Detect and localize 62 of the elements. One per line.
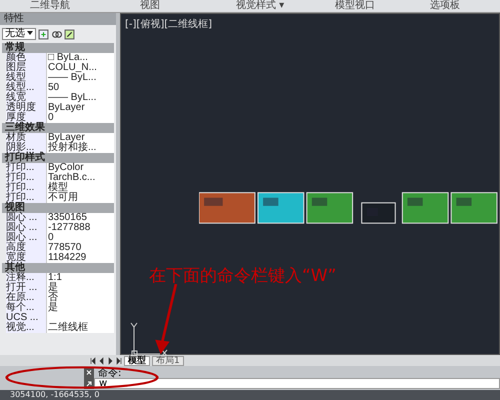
property-label: 每个... bbox=[6, 303, 47, 313]
property-label: 圆心 ... bbox=[6, 223, 47, 233]
property-label: 线型... bbox=[6, 83, 47, 93]
property-value[interactable]: 50 bbox=[47, 83, 114, 93]
property-label: 打印... bbox=[6, 173, 47, 183]
property-label: 宽度 bbox=[6, 253, 47, 263]
coordinates-readout: 3054100, -1664535, 0 bbox=[10, 390, 100, 400]
property-value[interactable]: 是 bbox=[47, 283, 114, 293]
property-value[interactable]: 二维线框 bbox=[47, 323, 114, 333]
property-label: 颜色 bbox=[6, 53, 47, 63]
annotation-text: 在下面的命令栏键入“W” bbox=[149, 265, 336, 287]
selection-dropdown[interactable]: 无选 bbox=[2, 28, 36, 40]
property-label: 阴影... bbox=[6, 143, 47, 153]
property-value[interactable]: -1277888 bbox=[47, 223, 114, 233]
command-input[interactable]: w bbox=[94, 378, 500, 389]
property-label: 打开 ... bbox=[6, 283, 47, 293]
pickadd-icon[interactable] bbox=[64, 28, 75, 40]
property-label: 打印... bbox=[6, 193, 47, 203]
property-label: 打印... bbox=[6, 183, 47, 193]
section-header[interactable]: 其他 bbox=[2, 263, 114, 273]
command-history: 命令: bbox=[97, 366, 122, 380]
property-label: 视觉... bbox=[6, 323, 47, 333]
section-header[interactable]: 常规 bbox=[2, 43, 114, 53]
property-value[interactable]: 投射和接... bbox=[47, 143, 114, 153]
property-label: 厚度 bbox=[6, 113, 47, 123]
layout-tab[interactable]: 模型 bbox=[124, 356, 150, 366]
property-label: 图层 bbox=[6, 63, 47, 73]
property-label: 线宽 bbox=[6, 93, 47, 103]
property-label: 高度 bbox=[6, 243, 47, 253]
property-value[interactable]: 模型 bbox=[47, 183, 114, 193]
property-label: UCS ... bbox=[6, 313, 47, 323]
tab-navigation-icon[interactable] bbox=[90, 356, 122, 364]
property-value[interactable]: 1:1 bbox=[47, 273, 114, 283]
caret-icon bbox=[27, 31, 33, 36]
ribbon-group-label[interactable]: 选项板 bbox=[390, 0, 500, 12]
property-value[interactable]: ByColor bbox=[47, 163, 114, 173]
property-label: 透明度 bbox=[6, 103, 47, 113]
property-value[interactable]: 否 bbox=[47, 293, 114, 303]
property-value[interactable]: 0 bbox=[47, 233, 114, 243]
property-value[interactable]: 3350165 bbox=[47, 213, 114, 223]
property-value[interactable]: 不可用 bbox=[47, 193, 114, 203]
section-header[interactable]: 三维效果 bbox=[2, 123, 114, 133]
palette-title: 特性 bbox=[0, 13, 116, 25]
property-label: 注释... bbox=[6, 273, 47, 283]
property-label: 线型 bbox=[6, 73, 47, 83]
ribbon-group-label[interactable]: 模型视口 bbox=[320, 0, 390, 12]
select-objects-icon[interactable] bbox=[51, 28, 62, 40]
property-value[interactable]: TarchB.c... bbox=[47, 173, 114, 183]
quick-select-icon[interactable] bbox=[38, 28, 49, 40]
property-label: 在原... bbox=[6, 293, 47, 303]
viewport-label[interactable]: [-][俯视][二维线框] bbox=[125, 17, 212, 31]
layout-tab[interactable]: 布局1 bbox=[152, 356, 184, 366]
property-label: 材质 bbox=[6, 133, 47, 143]
drawing-area[interactable]: [-][俯视][二维线框] 在下面的命令栏键入“W” bbox=[120, 13, 500, 355]
section-header[interactable]: 打印样式 bbox=[2, 153, 114, 163]
property-label: 打印... bbox=[6, 163, 47, 173]
ribbon-group-label[interactable]: 视觉样式 ▾ bbox=[200, 0, 320, 12]
property-value[interactable]: 是 bbox=[47, 303, 114, 313]
ribbon-group-label[interactable]: 视图 bbox=[100, 0, 200, 12]
property-label: 圆心 ... bbox=[6, 213, 47, 223]
property-label: 圆心 ... bbox=[6, 233, 47, 243]
section-header[interactable]: 视图 bbox=[2, 203, 114, 213]
